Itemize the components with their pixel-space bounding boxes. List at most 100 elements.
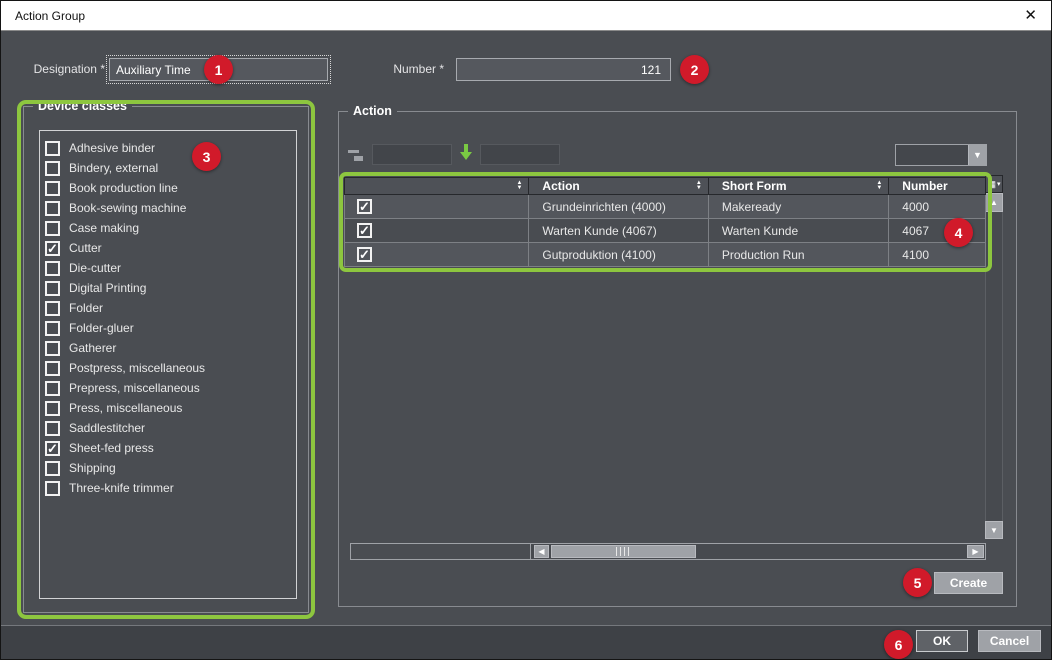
grid-icon: ▦ bbox=[987, 179, 996, 190]
action-group-dialog: Action Group ✕ Designation * Number * De… bbox=[0, 0, 1052, 660]
checkbox[interactable] bbox=[45, 361, 60, 376]
scroll-up-button[interactable]: ▲ bbox=[985, 193, 1003, 212]
device-class-item[interactable]: Saddlestitcher bbox=[40, 418, 296, 438]
create-button[interactable]: Create bbox=[934, 572, 1003, 594]
device-class-item[interactable]: Shipping bbox=[40, 458, 296, 478]
device-class-item[interactable]: Prepress, miscellaneous bbox=[40, 378, 296, 398]
table-body: ✓Grundeinrichten (4000)Makeready4000✓War… bbox=[344, 195, 986, 267]
column-config-icon[interactable]: ▦▾ bbox=[985, 175, 1003, 193]
checkbox[interactable] bbox=[45, 281, 60, 296]
vertical-scroll-track[interactable] bbox=[985, 212, 1003, 521]
device-class-label: Sheet-fed press bbox=[69, 441, 154, 455]
device-class-item[interactable]: Postpress, miscellaneous bbox=[40, 358, 296, 378]
right-arrow-icon: ▶ bbox=[972, 547, 978, 556]
sort-down-icon: ▼ bbox=[696, 186, 702, 191]
checkbox[interactable] bbox=[45, 141, 60, 156]
step-badge: 4 bbox=[944, 218, 973, 247]
table-row[interactable]: ✓Gutproduktion (4100)Production Run4100 bbox=[344, 243, 986, 267]
cancel-button[interactable]: Cancel bbox=[978, 630, 1041, 652]
device-class-item[interactable]: Digital Printing bbox=[40, 278, 296, 298]
scroll-down-button[interactable]: ▼ bbox=[985, 521, 1003, 539]
device-class-item[interactable]: Die-cutter bbox=[40, 258, 296, 278]
device-class-item[interactable]: Book production line bbox=[40, 178, 296, 198]
checkbox[interactable] bbox=[45, 201, 60, 216]
device-class-item[interactable]: ✓ Sheet-fed press bbox=[40, 438, 296, 458]
device-class-label: Bindery, external bbox=[69, 161, 158, 175]
device-classes-list[interactable]: Adhesive binder Bindery, external Book pro… bbox=[39, 130, 297, 599]
checkbox[interactable] bbox=[45, 161, 60, 176]
up-arrow-icon: ▲ bbox=[990, 198, 998, 207]
device-class-item[interactable]: Case making bbox=[40, 218, 296, 238]
device-class-label: Digital Printing bbox=[69, 281, 146, 295]
number-input[interactable] bbox=[456, 58, 671, 81]
checkbox[interactable] bbox=[45, 481, 60, 496]
checkbox[interactable] bbox=[45, 381, 60, 396]
checkbox[interactable] bbox=[45, 421, 60, 436]
device-classes-legend: Device classes bbox=[33, 99, 132, 113]
filter-icon bbox=[348, 147, 366, 163]
device-class-item[interactable]: Three-knife trimmer bbox=[40, 478, 296, 498]
action-combobox[interactable]: ▼ bbox=[895, 144, 987, 166]
chevron-down-icon[interactable]: ▼ bbox=[968, 145, 986, 165]
column-header[interactable]: Short Form▲▼ bbox=[709, 178, 889, 194]
table-cell: ✓ bbox=[345, 195, 529, 218]
table-cell: Production Run bbox=[709, 243, 889, 266]
checkbox[interactable] bbox=[45, 341, 60, 356]
column-header-label: Action bbox=[542, 179, 695, 193]
sort-icon[interactable]: ▲▼ bbox=[516, 181, 522, 191]
checkbox[interactable]: ✓ bbox=[357, 223, 372, 238]
step-badge: 3 bbox=[192, 142, 221, 171]
checkbox[interactable]: ✓ bbox=[357, 199, 372, 214]
table-cell: Warten Kunde bbox=[709, 219, 889, 242]
checkbox[interactable]: ✓ bbox=[45, 441, 60, 456]
column-header[interactable]: Number bbox=[889, 178, 985, 194]
sort-order-icon bbox=[458, 142, 474, 162]
device-class-label: Gatherer bbox=[69, 341, 116, 355]
thumb-grip bbox=[616, 547, 631, 556]
device-class-item[interactable]: Gatherer bbox=[40, 338, 296, 358]
down-arrow-icon: ▼ bbox=[990, 526, 998, 535]
device-class-label: Book production line bbox=[69, 181, 178, 195]
column-header[interactable]: ▲▼ bbox=[345, 178, 529, 194]
device-class-item[interactable]: Folder-gluer bbox=[40, 318, 296, 338]
device-class-label: Folder bbox=[69, 301, 103, 315]
horizontal-scroll-thumb[interactable] bbox=[551, 545, 696, 558]
device-class-label: Three-knife trimmer bbox=[69, 481, 174, 495]
checkbox[interactable] bbox=[45, 181, 60, 196]
column-header-label: Short Form bbox=[722, 179, 876, 193]
table-row[interactable]: ✓Warten Kunde (4067)Warten Kunde4067 bbox=[344, 219, 986, 243]
scroll-left-button[interactable]: ◀ bbox=[534, 545, 549, 558]
scroll-right-button[interactable]: ▶ bbox=[967, 545, 984, 558]
device-class-item[interactable]: Adhesive binder bbox=[40, 138, 296, 158]
checkbox[interactable] bbox=[45, 461, 60, 476]
table-horizontal-scrollbar[interactable]: ◀ ▶ bbox=[350, 543, 986, 560]
table-cell: 4000 bbox=[889, 195, 985, 218]
left-arrow-icon: ◀ bbox=[538, 547, 544, 556]
sort-icon[interactable]: ▲▼ bbox=[696, 181, 702, 191]
ok-button[interactable]: OK bbox=[916, 630, 968, 652]
checkbox[interactable] bbox=[45, 261, 60, 276]
device-class-item[interactable]: Book-sewing machine bbox=[40, 198, 296, 218]
checkbox[interactable] bbox=[45, 301, 60, 316]
checkbox[interactable]: ✓ bbox=[357, 247, 372, 262]
checkbox[interactable] bbox=[45, 321, 60, 336]
device-class-item[interactable]: Press, miscellaneous bbox=[40, 398, 296, 418]
close-icon[interactable]: ✕ bbox=[1024, 1, 1037, 31]
checkbox[interactable]: ✓ bbox=[45, 241, 60, 256]
table-cell: Warten Kunde (4067) bbox=[529, 219, 708, 242]
column-header[interactable]: Action▲▼ bbox=[529, 178, 708, 194]
number-label: Number * bbox=[371, 58, 444, 81]
table-vertical-scrollbar[interactable]: ▦▾ ▲ ▼ bbox=[985, 175, 1003, 539]
checkbox[interactable] bbox=[45, 221, 60, 236]
step-badge: 2 bbox=[680, 55, 709, 84]
action-legend: Action bbox=[348, 104, 397, 118]
device-class-item[interactable]: ✓Cutter bbox=[40, 238, 296, 258]
frozen-column-spacer bbox=[351, 544, 531, 559]
sort-icon[interactable]: ▲▼ bbox=[876, 181, 882, 191]
device-class-item[interactable]: Folder bbox=[40, 298, 296, 318]
column-header-label: Number bbox=[902, 179, 981, 193]
device-class-item[interactable]: Bindery, external bbox=[40, 158, 296, 178]
table-row[interactable]: ✓Grundeinrichten (4000)Makeready4000 bbox=[344, 195, 986, 219]
checkbox[interactable] bbox=[45, 401, 60, 416]
table-header-row: ▲▼Action▲▼Short Form▲▼Number bbox=[344, 177, 986, 195]
